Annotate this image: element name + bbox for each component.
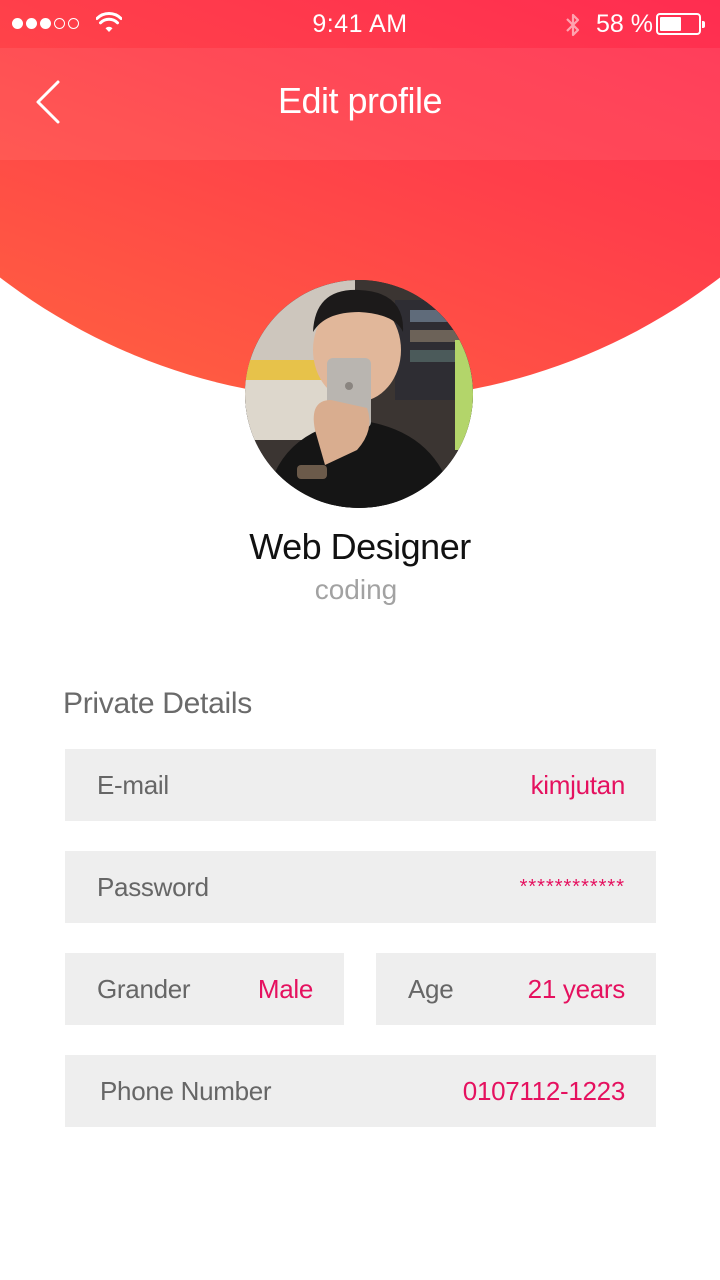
- phone-number-field[interactable]: Phone Number 0107112-1223: [65, 1055, 656, 1127]
- section-title-private-details: Private Details: [63, 687, 252, 720]
- password-value: ************: [519, 875, 625, 898]
- phone-number-value: 0107112-1223: [462, 1075, 626, 1106]
- nav-bar: Edit profile: [0, 48, 720, 160]
- edit-profile-screen: 9:41 AM 58 % Edit profile Web Designer c…: [0, 0, 720, 1280]
- age-value: 21 years: [527, 973, 626, 1004]
- password-label: Password: [97, 871, 209, 902]
- profile-name: Web Designer: [249, 526, 471, 567]
- email-field[interactable]: E-mail kimjutan: [65, 749, 656, 821]
- page-title: Edit profile: [277, 80, 443, 121]
- battery-percent: 58 %: [596, 10, 653, 38]
- email-label: E-mail: [97, 769, 169, 800]
- battery-fill: [660, 17, 681, 31]
- profile-avatar[interactable]: [245, 280, 473, 508]
- age-label: Age: [408, 973, 454, 1004]
- gender-label: Grander: [97, 973, 191, 1004]
- phone-number-label: Phone Number: [100, 1075, 272, 1106]
- age-field[interactable]: Age 21 years: [376, 953, 656, 1025]
- status-bar: 9:41 AM 58 %: [0, 0, 720, 48]
- email-value: kimjutan: [530, 769, 626, 800]
- bluetooth-icon: [566, 13, 580, 37]
- gender-field[interactable]: Grander Male: [65, 953, 344, 1025]
- profile-subtitle: coding: [314, 574, 398, 605]
- gender-value: Male: [257, 973, 313, 1004]
- battery-icon: [656, 13, 705, 35]
- password-field[interactable]: Password ************: [65, 851, 656, 923]
- avatar-photo: [245, 280, 473, 508]
